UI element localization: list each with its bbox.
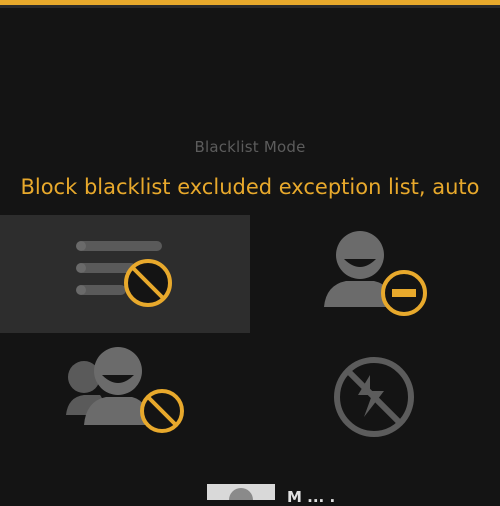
contact-thumbnail[interactable] bbox=[207, 484, 275, 500]
mode-option-group-block[interactable] bbox=[0, 333, 250, 451]
top-divider bbox=[0, 5, 500, 8]
group-block-icon bbox=[66, 347, 184, 433]
mode-option-blacklist[interactable] bbox=[0, 215, 250, 333]
person-minus-icon bbox=[324, 231, 427, 316]
preview-text: M ... . bbox=[287, 488, 336, 506]
mode-option-person-minus[interactable] bbox=[250, 215, 500, 333]
no-calls-icon bbox=[334, 357, 414, 437]
list-block-icon bbox=[76, 241, 172, 307]
avatar bbox=[229, 488, 253, 500]
mode-title: Blacklist Mode bbox=[194, 138, 306, 156]
mode-current-value: Block blacklist excluded exception list,… bbox=[20, 175, 480, 199]
mode-option-no-calls[interactable] bbox=[250, 333, 500, 451]
